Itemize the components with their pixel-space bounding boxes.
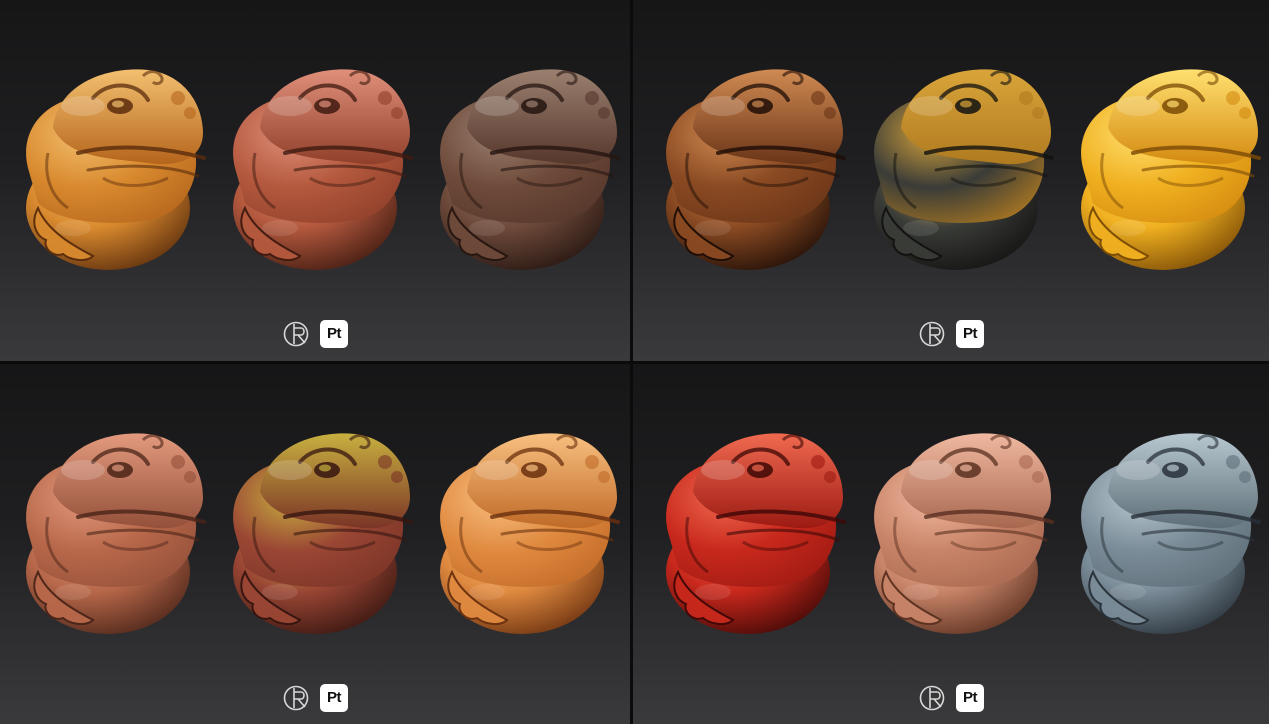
toad-render-red-lacquer: [648, 422, 848, 637]
toad-render-dark-gold-patina: [856, 58, 1056, 273]
toad-render-polished-gold: [1063, 58, 1263, 273]
toad-render-clay-brown: [8, 422, 208, 637]
substance-logo-icon: [282, 684, 310, 712]
toad-render-pale-terracotta: [856, 422, 1056, 637]
material-panel: Pt: [0, 0, 630, 361]
toad-render-light-amber-wood: [8, 58, 208, 273]
substance-logo-icon: [282, 320, 310, 348]
toad-render-rosewood: [215, 58, 415, 273]
material-panel: Pt: [633, 0, 1269, 361]
substance-logo-icon: [918, 684, 946, 712]
painter-badge-icon: Pt: [956, 684, 984, 712]
toad-render-mossy-dark-wood: [422, 58, 622, 273]
brand-logos: Pt: [918, 684, 984, 712]
material-panel: Pt: [0, 364, 630, 724]
painter-badge-icon: Pt: [320, 320, 348, 348]
brand-logos: Pt: [282, 684, 348, 712]
painter-badge-icon: Pt: [956, 320, 984, 348]
material-preview-grid: Pt Pt Pt Pt: [0, 0, 1269, 724]
brand-logos: Pt: [282, 320, 348, 348]
material-panel: Pt: [633, 364, 1269, 724]
toad-render-copper-metal: [648, 58, 848, 273]
toad-render-weathered-blue-gray-wood: [1063, 422, 1263, 637]
substance-logo-icon: [918, 320, 946, 348]
painter-badge-icon: Pt: [320, 684, 348, 712]
brand-logos: Pt: [918, 320, 984, 348]
toad-render-honey-pine: [422, 422, 622, 637]
toad-render-mossy-mahogany: [215, 422, 415, 637]
